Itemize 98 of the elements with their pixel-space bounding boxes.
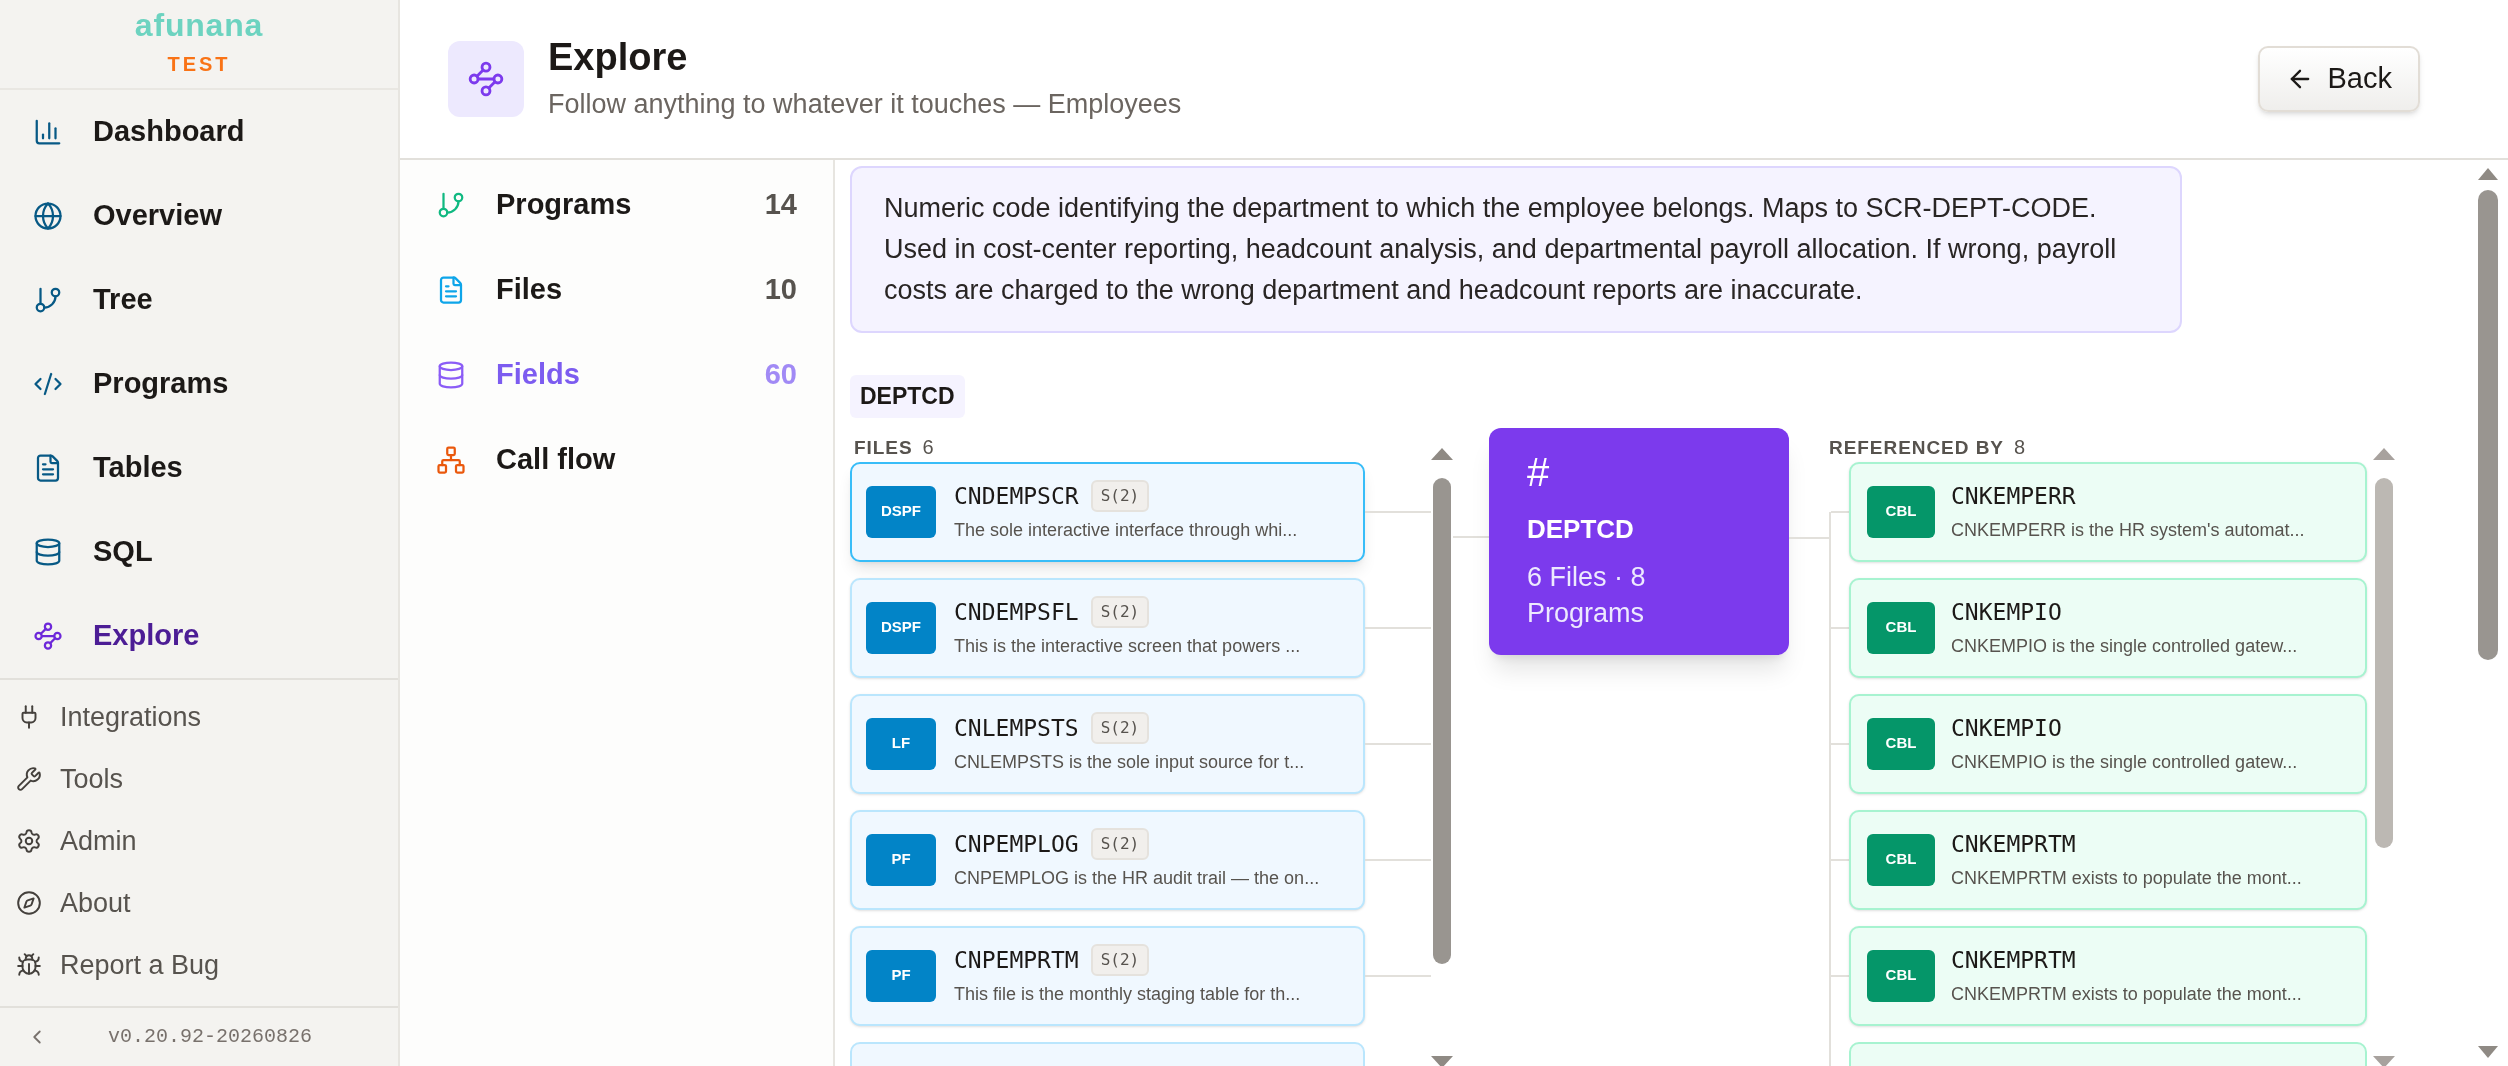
category-count: 10 <box>764 271 797 307</box>
file-name: CNLEMPSTS <box>954 713 1079 743</box>
category-label: Programs <box>496 186 632 222</box>
file-name: CNPEMPLOG <box>954 829 1079 859</box>
program-name: CNKEMPERR <box>1951 481 2077 511</box>
file-card[interactable]: LF CNLEMPSTS S(2) CNLEMPSTS is the sole input source for t... <box>850 693 1365 794</box>
file-card[interactable]: PF CNPEMPLOG S(2) CNPEMPLOG is the HR audit trail — the on... <box>850 809 1365 910</box>
program-description: CNKEMPERR is the HR system's automat... <box>1951 519 2305 543</box>
page-title: Explore <box>548 35 689 80</box>
file-card[interactable]: DSPF CNDEMPSFL S(2) This is the interactive screen that powers ... <box>850 577 1365 678</box>
size-tag: S(2) <box>1090 480 1150 512</box>
bug-icon <box>16 952 42 978</box>
program-card[interactable]: CBL CNKEMPRTM CNKEMPRTM exists to populate the mont... <box>1849 809 2367 910</box>
program-name: CNKEMPIO <box>1951 597 2063 627</box>
file-card[interactable]: DSPF CNDEMPSCR S(2) The sole interactive interface through whi... <box>850 461 1365 562</box>
program-name: CNKEMPIO <box>1951 713 2063 743</box>
environment-label: TEST <box>167 52 231 77</box>
secondary-nav-item[interactable]: Integrations <box>0 686 398 748</box>
nav-item[interactable]: Programs <box>0 342 398 426</box>
file-description: This file is the monthly staging table for th... <box>954 983 1301 1007</box>
branch-icon <box>33 285 63 315</box>
file-description: This is the interactive screen that powers ... <box>954 635 1301 659</box>
nav-item[interactable]: SQL <box>0 510 398 594</box>
field-node-name: DEPTCD <box>1527 512 1635 546</box>
size-tag: S(2) <box>1090 712 1150 744</box>
references-scrollbar[interactable] <box>2373 447 2395 1066</box>
compass-icon <box>16 890 42 916</box>
secondary-nav-item[interactable]: Tools <box>0 748 398 810</box>
file-name: CNDEMPSCR <box>954 481 1079 511</box>
bar-chart-icon <box>33 117 63 147</box>
field-description: Numeric code identifying the department to which the employee belongs. Maps to SCR-DEPT-CODE. Used in cost-center reporting, headcount analysis, and departmental payroll allocation. If wrong, payroll costs are charged to the wrong department and headcount reports are inaccurate. <box>850 166 2182 333</box>
version-label: v0.20.92-20260826 <box>108 1024 313 1050</box>
program-type-badge: CBL <box>1867 485 1935 538</box>
program-type-badge: CBL <box>1867 717 1935 770</box>
secondary-nav-item[interactable]: Admin <box>0 810 398 872</box>
nav-item[interactable]: Explore <box>0 594 398 678</box>
size-tag: S(2) <box>1090 944 1150 976</box>
category-label: Files <box>496 271 563 307</box>
brand-logo: afunana <box>134 9 264 41</box>
file-type-badge: DSPF <box>866 485 936 538</box>
file-description: CNLEMPSTS is the sole input source for t... <box>954 751 1305 775</box>
file-type-badge: DSPF <box>866 601 936 654</box>
back-button[interactable]: Back <box>2257 46 2420 112</box>
database-icon <box>436 359 466 390</box>
size-tag: S(2) <box>1090 828 1150 860</box>
files-scrollbar[interactable] <box>1431 447 1453 1066</box>
field-node[interactable]: # DEPTCD 6 Files · 8 Programs <box>1489 427 1789 655</box>
files-heading: FILES <box>854 435 913 460</box>
program-card[interactable]: CBL CNKEMPIO CNKEMPIO is the single controlled gatew... <box>1849 577 2367 678</box>
wrench-icon <box>16 766 42 792</box>
files-count: 6 <box>922 434 934 460</box>
program-description: CNKEMPIO is the single controlled gatew... <box>1951 635 2298 659</box>
category-count: 60 <box>764 356 797 392</box>
field-tag: DEPTCD <box>850 375 965 418</box>
nav-item[interactable]: Dashboard <box>0 90 398 174</box>
category-item[interactable]: Files 10 <box>400 247 833 332</box>
nav-item[interactable]: Tree <box>0 258 398 342</box>
program-name: CNKEMPRTM <box>1951 945 2077 975</box>
category-label: Fields <box>496 356 580 392</box>
settings-icon <box>16 828 42 854</box>
hierarchy-icon <box>436 444 466 475</box>
program-card[interactable]: CBL CNKEMPERR CNKEMPERR is the HR system's automat... <box>1849 461 2367 562</box>
field-symbol: # <box>1527 451 1551 492</box>
database-icon <box>33 537 63 567</box>
program-card[interactable]: CBL CNKEMPIO CNKEMPIO is the single controlled gatew... <box>1849 693 2367 794</box>
references-count: 8 <box>2013 434 2026 460</box>
references-heading: REFERENCED BY <box>1829 435 2004 460</box>
file-type-badge: PF <box>866 833 936 886</box>
file-name: CNPEMPRTM <box>954 945 1079 975</box>
category-label: Call flow <box>496 441 616 477</box>
file-type-badge: PF <box>866 949 936 1002</box>
program-card[interactable]: CBL CNKEMPRTM CNKEMPRTM exists to populate the mont... <box>1849 925 2367 1026</box>
secondary-nav-item[interactable]: About <box>0 872 398 934</box>
program-description: CNKEMPRTM exists to populate the mont... <box>1951 983 2302 1007</box>
nav-item[interactable]: Overview <box>0 174 398 258</box>
program-description: CNKEMPRTM exists to populate the mont... <box>1951 867 2302 891</box>
nav-item[interactable]: Tables <box>0 426 398 510</box>
nodes-icon <box>33 621 63 651</box>
page-subtitle: Follow anything to whatever it touches — Employees <box>548 87 1182 121</box>
file-description: CNPEMPLOG is the HR audit trail — the on... <box>954 867 1320 891</box>
file-name: CNDEMPSFL <box>954 597 1079 627</box>
size-tag: S(2) <box>1090 596 1150 628</box>
program-name: CNKEMPRTM <box>1951 829 2077 859</box>
program-type-badge: CBL <box>1867 949 1935 1002</box>
category-item[interactable]: Fields 60 <box>400 332 833 417</box>
file-card[interactable]: PF CNPEMPRTM S(2) This file is the monthly staging table for th... <box>850 925 1365 1026</box>
file-type-badge: LF <box>866 717 936 770</box>
program-type-badge: CBL <box>1867 601 1935 654</box>
file-description: The sole interactive interface through whi... <box>954 519 1298 543</box>
program-type-badge: CBL <box>1867 833 1935 886</box>
field-node-summary: 6 Files · 8 Programs <box>1527 560 1647 630</box>
category-item[interactable]: Call flow <box>400 417 833 502</box>
globe-icon <box>33 201 63 231</box>
secondary-nav-item[interactable]: Report a Bug <box>0 934 398 996</box>
category-count: 14 <box>764 186 797 222</box>
nodes-icon <box>467 60 505 98</box>
program-description: CNKEMPIO is the single controlled gatew... <box>1951 751 2298 775</box>
category-item[interactable]: Programs 14 <box>400 162 833 247</box>
